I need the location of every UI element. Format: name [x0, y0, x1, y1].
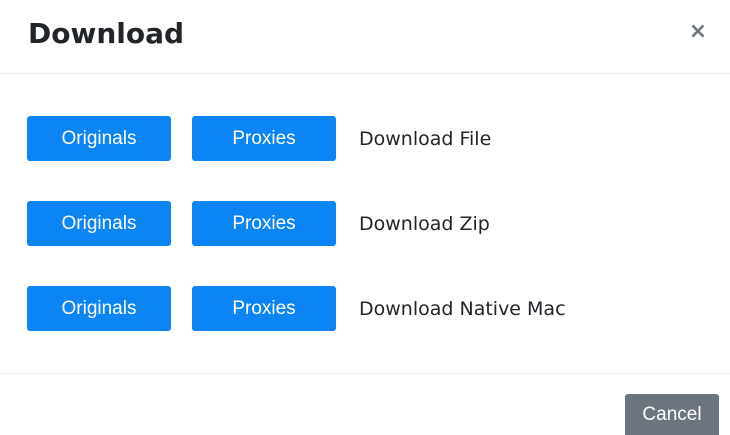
download-row-file: Originals Proxies Download File — [27, 116, 491, 161]
download-zip-originals-button[interactable]: Originals — [27, 201, 171, 246]
close-icon: × — [688, 19, 708, 44]
dialog-footer: Cancel — [0, 373, 730, 435]
download-native-mac-label: Download Native Mac — [359, 297, 566, 320]
dialog-header: Download × — [0, 0, 730, 74]
download-row-zip: Originals Proxies Download Zip — [27, 201, 490, 246]
download-zip-proxies-button[interactable]: Proxies — [192, 201, 336, 246]
download-file-proxies-button[interactable]: Proxies — [192, 116, 336, 161]
close-button[interactable]: × — [684, 18, 712, 46]
download-dialog: Download × Originals Proxies Download Fi… — [0, 0, 730, 435]
download-native-mac-originals-button[interactable]: Originals — [27, 286, 171, 331]
download-file-label: Download File — [359, 127, 492, 150]
download-native-mac-proxies-button[interactable]: Proxies — [192, 286, 336, 331]
download-file-originals-button[interactable]: Originals — [27, 116, 171, 161]
cancel-button[interactable]: Cancel — [625, 394, 719, 435]
dialog-body: Originals Proxies Download File Original… — [0, 74, 730, 374]
dialog-title: Download — [28, 17, 185, 50]
download-zip-label: Download Zip — [359, 212, 490, 235]
download-row-native-mac: Originals Proxies Download Native Mac — [27, 286, 566, 331]
